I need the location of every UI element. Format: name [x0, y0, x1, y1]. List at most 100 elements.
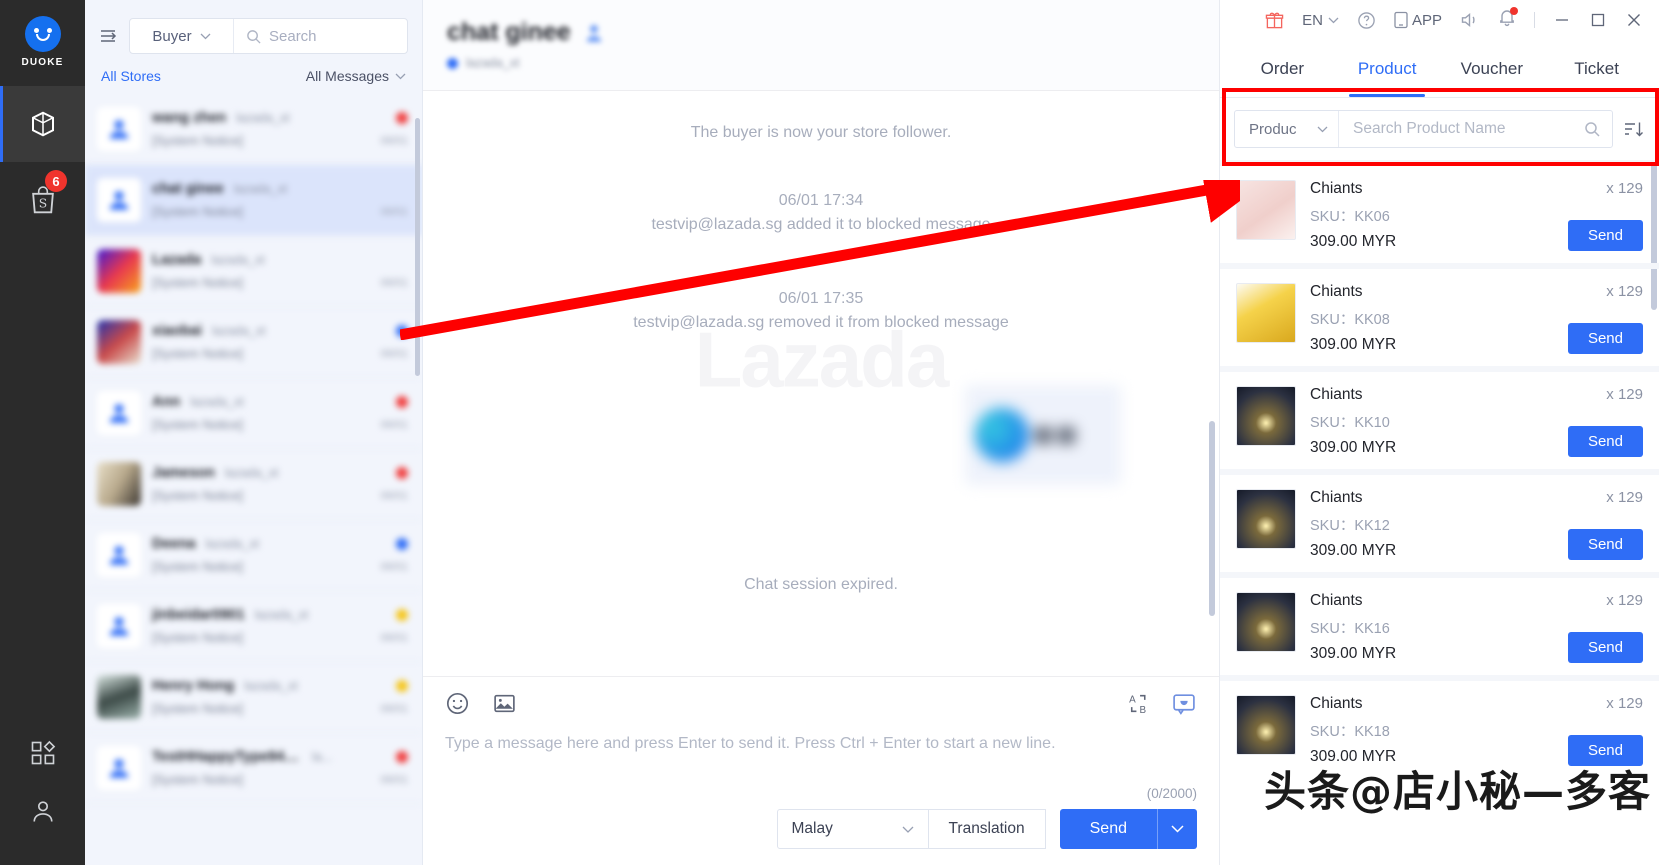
product-list-item[interactable]: Chiants SKU：KK12 309.00 MYR x 129 Send [1220, 469, 1659, 572]
conversation-list-item[interactable]: chat ginee lazada_xt [System Notice] 06/01 [85, 165, 422, 236]
language-selector[interactable]: EN [1302, 12, 1339, 29]
chevron-down-icon [200, 33, 211, 39]
product-send-button[interactable]: Send [1567, 632, 1643, 663]
product-sku: SKU：KK18 [1310, 720, 1551, 741]
conversation-name: Lazada [152, 252, 202, 268]
conversation-summary: chat ginee lazada_xt [System Notice] [152, 181, 351, 219]
product-list-item[interactable]: Chiants SKU：KK08 309.00 MYR x 129 Send [1220, 263, 1659, 366]
emoji-icon[interactable] [445, 691, 470, 716]
conversation-summary: Deena lazada_xt [System Notice] [152, 536, 351, 574]
conversation-list-item[interactable]: Jameson lazada_xt [System Notice] 06/01 [85, 449, 422, 520]
message-input[interactable]: Type a message here and press Enter to s… [445, 732, 1197, 778]
product-price: 309.00 MYR [1310, 748, 1397, 765]
gift-icon[interactable] [1265, 11, 1284, 30]
speaker-icon[interactable] [1460, 11, 1480, 29]
product-filter-select[interactable]: Produc [1235, 111, 1339, 147]
translation-button[interactable]: Translation [928, 809, 1046, 849]
conversation-preview: [System Notice] [152, 630, 244, 645]
conversation-preview: [System Notice] [152, 417, 244, 432]
product-list[interactable]: Chiants SKU：KK06 309.00 MYR x 129 Send Chiant… [1220, 160, 1659, 865]
conversation-preview: [System Notice] [152, 346, 244, 361]
product-sku-value: KK12 [1354, 518, 1390, 534]
product-send-button[interactable]: Send [1567, 735, 1643, 766]
conversation-list-item[interactable]: Ann lazada_xt [System Notice] 06/01 [85, 378, 422, 449]
composer-toolbar-left [445, 691, 517, 716]
download-app-button[interactable]: APP [1394, 11, 1442, 29]
sort-list-icon[interactable] [1623, 120, 1645, 138]
product-price: 309.00 MYR [1310, 439, 1397, 456]
role-filter-select[interactable]: Buyer [130, 19, 234, 53]
conversation-time: 06/01 [380, 773, 408, 786]
avatar [97, 107, 141, 151]
image-message-bubble[interactable] [965, 385, 1121, 485]
conversation-search-input[interactable]: Search [234, 19, 407, 53]
store-status-dot [447, 57, 458, 69]
product-send-button[interactable]: Send [1567, 529, 1643, 560]
chevron-down-icon [395, 73, 406, 79]
translate-ab-icon[interactable]: A B [1126, 691, 1151, 716]
avatar [97, 391, 141, 435]
quick-reply-icon[interactable] [1171, 691, 1197, 716]
conversation-time: 06/01 [380, 702, 408, 715]
image-text-blocks [1035, 426, 1075, 444]
user-account-icon[interactable] [29, 797, 57, 825]
chat-message-area: Lazada The buyer is now your store follo… [423, 91, 1219, 676]
product-send-button[interactable]: Send [1567, 426, 1643, 457]
conversation-time: 06/01 [380, 276, 408, 289]
conversation-list-item[interactable]: TestHHappyType9403687... la... [System Not… [85, 733, 422, 804]
conversation-list-item[interactable]: Lazada lazada_xt [System Notice] 06/01 [85, 236, 422, 307]
conversation-scrollbar[interactable] [415, 118, 420, 376]
conversation-time: 06/01 [380, 418, 408, 431]
send-options-dropdown[interactable] [1157, 809, 1197, 849]
product-list-item[interactable]: Chiants SKU：KK10 309.00 MYR x 129 Send [1220, 366, 1659, 469]
conversation-meta: 06/01 [362, 395, 408, 431]
product-name: Chiants [1310, 695, 1363, 712]
conversation-time: 06/01 [380, 631, 408, 644]
maximize-icon[interactable] [1589, 11, 1607, 29]
product-send-button[interactable]: Send [1567, 323, 1643, 354]
minimize-icon[interactable] [1553, 11, 1571, 29]
all-stores-filter[interactable]: All Stores [101, 68, 161, 84]
send-message-button[interactable]: Send [1059, 809, 1197, 849]
conversation-list-item[interactable]: wang zhen lazada_xt [System Notice] 06/01 [85, 94, 422, 165]
product-search-input[interactable]: Search Product Name [1339, 111, 1612, 147]
all-messages-filter[interactable]: All Messages [306, 68, 406, 84]
translation-language-select[interactable]: Malay [776, 809, 929, 849]
unread-status-dot [396, 395, 408, 408]
conversation-store: lazada_xt [236, 111, 290, 125]
apps-grid-icon[interactable] [29, 739, 57, 767]
product-list-item[interactable]: Chiants SKU：KK16 309.00 MYR x 129 Send [1220, 572, 1659, 675]
image-attachment-icon[interactable] [492, 691, 517, 716]
help-circle-icon[interactable] [1357, 11, 1376, 30]
tab-ticket[interactable]: Ticket [1544, 40, 1649, 97]
product-actions: x 129 Send [1551, 283, 1643, 354]
svg-text:A: A [1129, 694, 1136, 705]
search-icon[interactable] [1584, 121, 1600, 137]
conversation-list-item[interactable]: xiaobai lazada_xt [System Notice] 06/01 [85, 307, 422, 378]
notifications-button[interactable] [1498, 7, 1518, 32]
product-list-item[interactable]: Chiants SKU：KK18 309.00 MYR x 129 Send [1220, 675, 1659, 778]
right-panel-tabs[interactable]: Order Product Voucher Ticket [1220, 40, 1659, 98]
tab-product[interactable]: Product [1335, 40, 1440, 97]
conversation-list-item[interactable]: jinbeidar0901 lazada_xt [System Notice] 06/… [85, 591, 422, 662]
chat-store-label: lazada_xt [466, 56, 520, 70]
buyer-profile-icon[interactable] [585, 23, 603, 43]
rail-item-shopee[interactable]: 6 S [0, 162, 85, 238]
conversation-list-item[interactable]: Deena lazada_xt [System Notice] 06/01 [85, 520, 422, 591]
collapse-panel-icon[interactable] [99, 27, 119, 45]
image-message-row [423, 385, 1219, 485]
tab-voucher[interactable]: Voucher [1440, 40, 1545, 97]
rail-item-messages[interactable] [0, 86, 85, 162]
composer-toolbar: A B [445, 691, 1197, 716]
avatar [97, 604, 141, 648]
product-list-item[interactable]: Chiants SKU：KK06 309.00 MYR x 129 Send [1220, 160, 1659, 263]
tab-order[interactable]: Order [1230, 40, 1335, 97]
conversation-list[interactable]: wang zhen lazada_xt [System Notice] 06/01 ch… [85, 94, 422, 865]
conversation-name: Henry Hong [152, 678, 235, 694]
conversation-list-item[interactable]: Henry Hong lazada_xt [System Notice] 06/01 [85, 662, 422, 733]
conversation-summary: Jameson lazada_xt [System Notice] [152, 465, 351, 503]
conversation-store: lazada_xt [211, 253, 265, 267]
chat-panel: chat ginee lazada_xt Lazada The buyer is… [423, 0, 1219, 865]
close-icon[interactable] [1625, 11, 1643, 29]
product-send-button[interactable]: Send [1567, 220, 1643, 251]
